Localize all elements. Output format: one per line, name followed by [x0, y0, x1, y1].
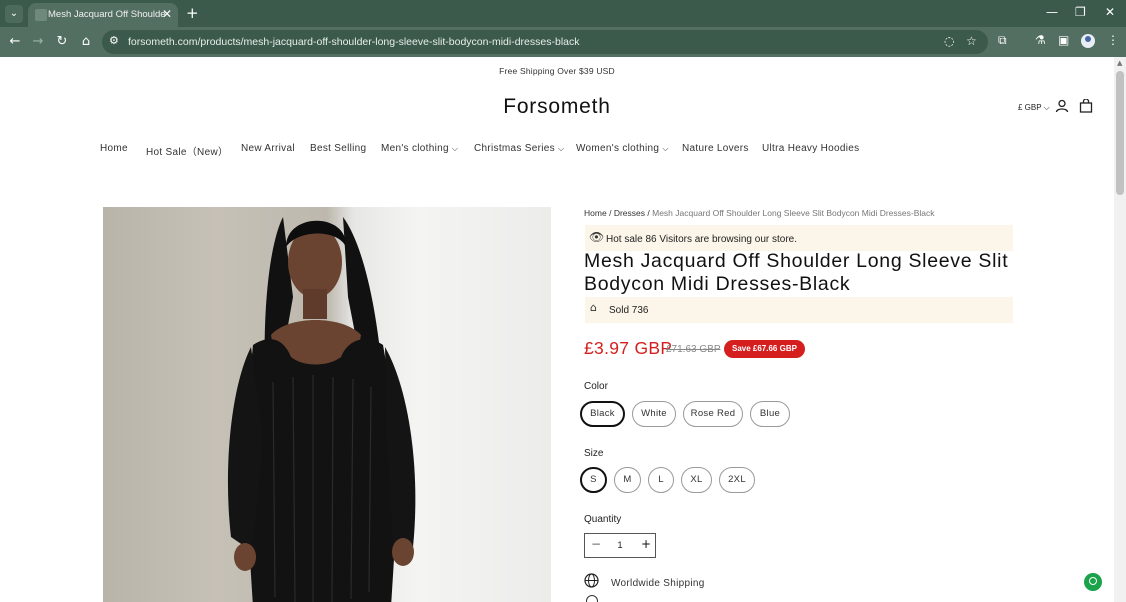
color-option-blue[interactable]: Blue — [750, 401, 790, 427]
announcement-bar: Free Shipping Over $39 USD — [499, 66, 615, 76]
size-label: Size — [584, 448, 604, 459]
new-tab-button[interactable]: + — [186, 4, 199, 22]
menu-item-ultra-heavy-hoodies[interactable]: Ultra Heavy Hoodies — [762, 143, 859, 154]
window-close-button[interactable]: ✕ — [1105, 5, 1115, 19]
visitors-banner: 👁 Hot sale 86 Visitors are browsing our … — [585, 225, 1013, 251]
breadcrumb-current: Mesh Jacquard Off Shoulder Long Sleeve S… — [652, 208, 935, 218]
menu-item-christmas-series[interactable]: Christmas Series ⌵ — [474, 143, 564, 154]
chevron-down-icon: ⌵ — [662, 144, 669, 153]
site-info-icon[interactable]: ⚙ — [109, 34, 119, 47]
web-page: Free Shipping Over $39 USD Forsometh £ G… — [0, 57, 1114, 602]
scrollbar-thumb[interactable] — [1116, 71, 1124, 195]
site-favicon-icon — [35, 9, 47, 21]
size-option-m[interactable]: M — [614, 467, 641, 493]
menu-item-label: Men's clothing — [381, 143, 449, 154]
sold-banner: ⌂ Sold 736 — [585, 297, 1013, 323]
eye-off-icon[interactable]: ◌ — [944, 34, 954, 48]
menu-item-best-selling[interactable]: Best Selling — [310, 143, 366, 154]
menu-item-label: Home — [100, 143, 128, 154]
sale-price: £3.97 GBP — [584, 338, 673, 358]
url-text[interactable]: forsometh.com/products/mesh-jacquard-off… — [128, 36, 580, 48]
worldwide-shipping-text: Worldwide Shipping — [611, 578, 705, 589]
page-scrollbar[interactable]: ▲ — [1114, 57, 1126, 602]
globe-icon — [584, 573, 599, 592]
chat-widget-icon[interactable] — [1084, 573, 1102, 591]
cart-icon[interactable] — [1079, 98, 1093, 117]
menu-item-label: Christmas Series — [474, 143, 555, 154]
menu-item-label: Best Selling — [310, 143, 367, 154]
store-logo[interactable]: Forsometh — [0, 95, 1114, 119]
bookmark-star-icon[interactable]: ☆ — [966, 34, 977, 48]
menu-item-label: Hot Sale（New） — [146, 147, 229, 158]
menu-item-new-arrival[interactable]: New Arrival — [241, 143, 295, 154]
chevron-down-icon: ⌵ — [558, 144, 565, 153]
breadcrumb-separator: / — [647, 208, 650, 218]
color-option-rose-red[interactable]: Rose Red — [683, 401, 743, 427]
breadcrumb: Home / Dresses / Mesh Jacquard Off Shoul… — [584, 208, 935, 218]
active-tab[interactable]: Mesh Jacquard Off Shoulder Lo ✕ — [28, 3, 178, 27]
browser-toolbar: ← → ↻ ⌂ ⚙ forsometh.com/products/mesh-ja… — [0, 27, 1126, 57]
compare-price: £71.63 GBP — [666, 344, 721, 355]
product-image[interactable] — [103, 207, 551, 602]
shopping-bag-icon: ⌂ — [590, 301, 597, 314]
quantity-stepper: − 1 + — [584, 533, 656, 558]
scroll-up-arrow-icon[interactable]: ▲ — [1117, 59, 1122, 67]
extensions-icon[interactable]: ⧉ — [998, 33, 1007, 48]
breadcrumb-separator: / — [609, 208, 612, 218]
color-label: Color — [584, 381, 608, 392]
product-photo-illustration — [227, 217, 416, 602]
menu-item-mens-clothing[interactable]: Men's clothing ⌵ — [381, 143, 458, 154]
labs-icon[interactable]: ⚗ — [1035, 33, 1046, 47]
color-option-white[interactable]: White — [632, 401, 676, 427]
breadcrumb-home-link[interactable]: Home — [584, 208, 607, 218]
profile-avatar-icon[interactable] — [1081, 34, 1095, 48]
product-title: Mesh Jacquard Off Shoulder Long Sleeve S… — [584, 250, 1009, 295]
size-option-2xl[interactable]: 2XL — [719, 467, 755, 493]
forward-button[interactable]: → — [29, 33, 47, 51]
size-option-l[interactable]: L — [648, 467, 674, 493]
color-option-black[interactable]: Black — [580, 401, 625, 427]
menu-item-nature-lovers[interactable]: Nature Lovers — [682, 143, 749, 154]
visitors-text: Hot sale 86 Visitors are browsing our st… — [606, 234, 798, 245]
side-panel-icon[interactable]: ▣ — [1058, 33, 1069, 47]
info-icon — [586, 595, 598, 602]
quantity-label: Quantity — [584, 514, 622, 525]
browser-tab-bar: ⌄ Mesh Jacquard Off Shoulder Lo ✕ + — ❐ … — [0, 0, 1126, 27]
size-option-xl[interactable]: XL — [681, 467, 712, 493]
sold-count: Sold 736 — [609, 305, 649, 316]
minimize-button[interactable]: — — [1046, 5, 1058, 19]
size-option-s[interactable]: S — [580, 467, 607, 493]
chevron-down-icon: ⌵ — [451, 144, 459, 153]
menu-item-hot-sale[interactable]: Hot Sale（New） — [146, 143, 228, 158]
tab-search-button[interactable]: ⌄ — [5, 5, 23, 23]
menu-item-label: New Arrival — [241, 143, 295, 154]
menu-item-label: Ultra Heavy Hoodies — [762, 143, 860, 154]
currency-label: £ GBP — [1018, 103, 1042, 112]
quantity-decrease-button[interactable]: − — [591, 537, 601, 551]
breadcrumb-category-link[interactable]: Dresses — [614, 208, 645, 218]
menu-item-label: Women's clothing — [576, 143, 660, 154]
browser-menu-icon[interactable]: ⋮ — [1107, 33, 1119, 47]
currency-selector[interactable]: £ GBP ⌵ — [1018, 103, 1050, 113]
chevron-down-icon: ⌵ — [1043, 103, 1050, 112]
eye-icon: 👁 — [589, 230, 605, 244]
menu-item-home[interactable]: Home — [100, 143, 128, 154]
quantity-increase-button[interactable]: + — [641, 537, 651, 551]
restore-button[interactable]: ❐ — [1075, 5, 1086, 19]
menu-item-label: Nature Lovers — [682, 143, 749, 154]
save-badge: Save £67.66 GBP — [724, 340, 805, 358]
home-button[interactable]: ⌂ — [77, 33, 95, 51]
reload-button[interactable]: ↻ — [53, 33, 71, 51]
back-button[interactable]: ← — [6, 33, 24, 51]
address-bar[interactable]: ⚙ forsometh.com/products/mesh-jacquard-o… — [102, 30, 988, 54]
menu-item-womens-clothing[interactable]: Women's clothing ⌵ — [576, 143, 669, 154]
account-icon[interactable] — [1055, 99, 1069, 117]
quantity-input[interactable]: 1 — [613, 540, 627, 551]
tab-title: Mesh Jacquard Off Shoulder Lo — [48, 9, 166, 20]
tab-close-icon[interactable]: ✕ — [162, 7, 172, 21]
